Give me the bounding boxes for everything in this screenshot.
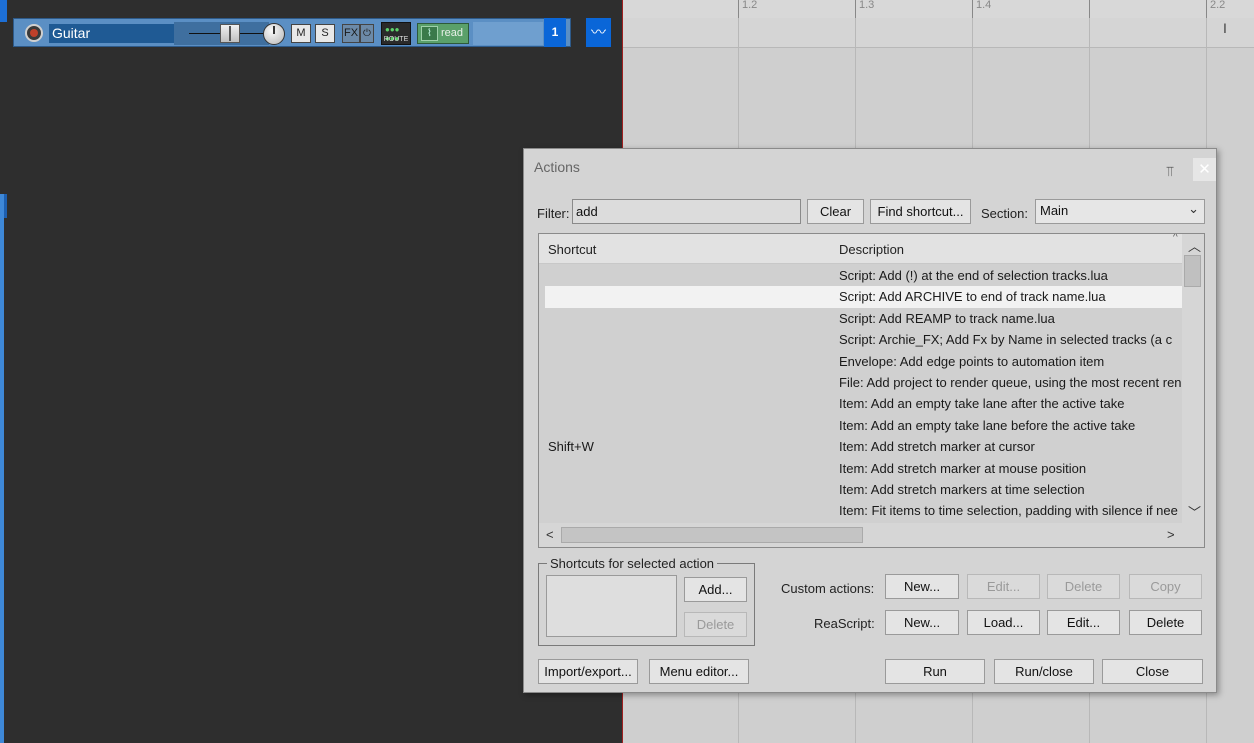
row-description: Script: Add REAMP to track name.lua	[839, 310, 1055, 326]
fx-button[interactable]: FX	[342, 24, 360, 43]
automation-mode-button[interactable]: ⌇ read	[417, 23, 469, 44]
actions-dialog: Actions ⫪ ✕ Filter: Clear Find shortcut.…	[523, 148, 1217, 693]
chevron-down-icon: ⌄	[1188, 201, 1199, 216]
envelope-icon: ⌇	[421, 26, 438, 41]
scroll-thumb[interactable]	[1184, 255, 1201, 287]
scroll-right-icon[interactable]: >	[1167, 527, 1175, 542]
table-row[interactable]: Item: Add stretch marker at mouse positi…	[539, 458, 1182, 479]
row-shortcut: Shift+W	[548, 439, 594, 455]
table-row[interactable]: Script: Add ARCHIVE to end of track name…	[545, 286, 1182, 308]
row-description: Item: Add stretch marker at mouse positi…	[839, 460, 1087, 476]
ruler-mark: 1.2	[738, 0, 757, 18]
ruler-mark: 1.3	[855, 0, 874, 18]
sort-arrow-icon: ^	[1173, 233, 1178, 243]
row-description: Script: Add ARCHIVE to end of track name…	[839, 289, 1106, 305]
power-icon[interactable]: ⏻	[360, 24, 374, 43]
volume-fader-handle[interactable]	[220, 24, 240, 43]
reascript-load-button[interactable]: Load...	[967, 610, 1040, 635]
filter-label: Filter:	[537, 206, 570, 221]
reascript-delete-button[interactable]: Delete	[1129, 610, 1202, 635]
reascript-label: ReaScript:	[814, 616, 875, 631]
route-label: ROUTE	[383, 36, 409, 43]
custom-actions-label: Custom actions:	[781, 581, 875, 596]
row-description: Script: Archie_FX; Add Fx by Name in sel…	[839, 332, 1173, 348]
track-meter	[473, 22, 543, 45]
section-value: Main	[1040, 203, 1069, 218]
run-close-button[interactable]: Run/close	[994, 659, 1094, 684]
column-header-shortcut[interactable]: Shortcut	[548, 242, 596, 257]
table-row[interactable]: Script: Add (!) at the end of selection …	[539, 265, 1182, 286]
track-name[interactable]: Guitar	[49, 24, 184, 43]
solo-button[interactable]: S	[315, 24, 335, 43]
record-arm-icon[interactable]	[25, 24, 43, 42]
shortcuts-group: Shortcuts for selected action Add... Del…	[538, 556, 755, 646]
table-row[interactable]: Script: Archie_FX; Add Fx by Name in sel…	[539, 329, 1182, 350]
scroll-thumb[interactable]	[561, 527, 863, 543]
table-row[interactable]: Item: Add an empty take lane after the a…	[539, 393, 1182, 414]
filter-input[interactable]	[572, 199, 801, 224]
reascript-new-button[interactable]: New...	[885, 610, 959, 635]
custom-delete-button[interactable]: Delete	[1047, 574, 1120, 599]
ruler-mark	[1089, 0, 1093, 18]
row-description: Item: Add stretch markers at time select…	[839, 481, 1085, 497]
track-header[interactable]: Guitar M S FX ⏻ ●●● ●●● ROUTE ⌇ read	[13, 18, 571, 47]
automation-mode-label: read	[441, 27, 464, 39]
clear-button[interactable]: Clear	[807, 199, 864, 224]
timeline-ruler[interactable]: 1.2 1.3 1.4 2.2	[623, 0, 1254, 18]
scroll-left-icon[interactable]: <	[546, 527, 554, 542]
actions-list[interactable]: Shortcut Description ^ Script: Add (!) a…	[538, 233, 1205, 548]
table-row[interactable]: Item: Add an empty take lane before the …	[539, 415, 1182, 436]
dock-icon[interactable]: ⫪	[1166, 163, 1174, 180]
custom-new-button[interactable]: New...	[885, 574, 959, 599]
track-number[interactable]: 1	[544, 18, 566, 47]
section-label: Section:	[981, 206, 1028, 221]
run-button[interactable]: Run	[885, 659, 985, 684]
dialog-title: Actions	[534, 159, 580, 175]
track-selection-accent	[0, 194, 4, 743]
shortcut-list[interactable]	[546, 575, 677, 637]
close-button[interactable]: Close	[1102, 659, 1203, 684]
text-cursor-icon: I	[1223, 20, 1227, 36]
column-header-description[interactable]: Description	[839, 242, 904, 257]
table-row[interactable]: File: Add project to render queue, using…	[539, 372, 1182, 393]
track-lane[interactable]	[623, 18, 1254, 48]
horizontal-scrollbar[interactable]: < >	[539, 523, 1204, 547]
custom-copy-button[interactable]: Copy	[1129, 574, 1202, 599]
row-description: Item: Add an empty take lane before the …	[839, 417, 1136, 433]
table-row[interactable]: Item: Fit items to time selection, paddi…	[539, 500, 1182, 521]
list-rows: Script: Add (!) at the end of selection …	[539, 265, 1182, 523]
section-select[interactable]: Main ⌄	[1035, 199, 1205, 224]
custom-edit-button[interactable]: Edit...	[967, 574, 1040, 599]
row-description: Script: Add (!) at the end of selection …	[839, 268, 1108, 283]
add-shortcut-button[interactable]: Add...	[684, 577, 747, 602]
mute-button[interactable]: M	[291, 24, 311, 43]
pan-knob[interactable]	[263, 23, 285, 45]
table-row[interactable]: Item: Add stretch markers at time select…	[539, 479, 1182, 500]
import-export-button[interactable]: Import/export...	[538, 659, 638, 684]
table-row[interactable]: Shift+W Item: Add stretch marker at curso…	[539, 436, 1182, 457]
ruler-mark: 1.4	[972, 0, 991, 18]
find-shortcut-button[interactable]: Find shortcut...	[870, 199, 971, 224]
route-button[interactable]: ●●● ●●● ROUTE	[381, 22, 411, 45]
table-row[interactable]: Envelope: Add edge points to automation …	[539, 351, 1182, 372]
row-description: Item: Fit items to time selection, paddi…	[839, 503, 1178, 519]
vertical-scrollbar[interactable]: ︿ ﹀	[1182, 234, 1204, 523]
ruler-mark: 2.2	[1206, 0, 1225, 18]
table-row[interactable]: Script: Add REAMP to track name.lua	[539, 308, 1182, 329]
track-selection-accent	[0, 0, 7, 22]
row-description: Item: Add stretch marker at cursor	[839, 439, 1035, 455]
row-description: Item: Add an empty take lane after the a…	[839, 396, 1125, 412]
row-description: Envelope: Add edge points to automation …	[839, 353, 1105, 369]
scroll-down-icon[interactable]: ﹀	[1188, 502, 1201, 521]
delete-shortcut-button[interactable]: Delete	[684, 612, 747, 637]
close-icon[interactable]: ✕	[1193, 158, 1216, 181]
track-envelope-icon[interactable]: 〰	[586, 18, 611, 47]
group-title: Shortcuts for selected action	[547, 556, 718, 571]
list-header: Shortcut Description ^	[539, 234, 1182, 264]
menu-editor-button[interactable]: Menu editor...	[649, 659, 749, 684]
row-description: File: Add project to render queue, using…	[839, 374, 1182, 390]
scroll-up-icon[interactable]: ︿	[1188, 236, 1201, 255]
reascript-edit-button[interactable]: Edit...	[1047, 610, 1120, 635]
